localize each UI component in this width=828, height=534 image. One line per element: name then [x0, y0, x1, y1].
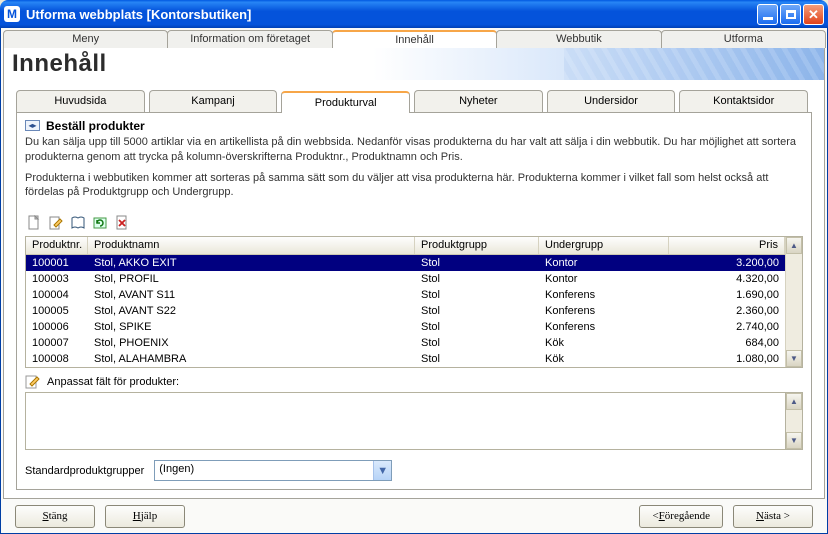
default-group-value: (Ingen)	[155, 461, 373, 480]
main-tab-webbutik[interactable]: Webbutik	[496, 30, 661, 48]
window-title: Utforma webbplats [Kontorsbutiken]	[26, 7, 757, 22]
section-paragraph-2: Produkterna i webbutiken kommer att sort…	[25, 171, 803, 201]
title-bar: M Utforma webbplats [Kontorsbutiken] ✕	[0, 0, 828, 28]
scroll-up-icon[interactable]: ▲	[786, 237, 802, 254]
scroll-up-icon[interactable]: ▲	[786, 393, 802, 410]
new-doc-icon[interactable]	[25, 214, 43, 232]
refresh-icon[interactable]	[91, 214, 109, 232]
col-produktnamn[interactable]: Produktnamn	[88, 237, 415, 254]
close-page-button[interactable]: Stäng	[15, 505, 95, 528]
scroll-down-icon[interactable]: ▼	[786, 350, 802, 367]
sub-tab-kampanj[interactable]: Kampanj	[149, 90, 278, 112]
main-tabs: MenyInformation om företagetInnehållWebb…	[3, 30, 825, 48]
banner: Innehåll	[3, 48, 825, 80]
main-tab-utforma[interactable]: Utforma	[661, 30, 826, 48]
main-tab-innehåll[interactable]: Innehåll	[332, 30, 497, 48]
table-header: Produktnr. Produktnamn Produktgrupp Unde…	[26, 237, 785, 255]
sub-tab-nyheter[interactable]: Nyheter	[414, 90, 543, 112]
section-paragraph-1: Du kan sälja upp till 5000 artiklar via …	[25, 135, 803, 165]
footer: Stäng Hjälp < Föregående Nästa >	[1, 499, 827, 533]
page-heading: Innehåll	[12, 50, 107, 78]
edit-doc-icon[interactable]	[47, 214, 65, 232]
close-button[interactable]: ✕	[803, 4, 824, 25]
default-group-label: Standardproduktgrupper	[25, 465, 144, 477]
table-scrollbar[interactable]: ▲ ▼	[785, 237, 802, 367]
table-row[interactable]: 100007Stol, PHOENIXStolKök684,00	[26, 335, 785, 351]
sub-tabs: HuvudsidaKampanjProdukturvalNyheterUnder…	[16, 90, 812, 112]
default-group-select[interactable]: (Ingen) ▼	[154, 460, 392, 481]
table-row[interactable]: 100004Stol, AVANT S11StolKonferens1.690,…	[26, 287, 785, 303]
maximize-button[interactable]	[780, 4, 801, 25]
next-button[interactable]: Nästa >	[733, 505, 813, 528]
sub-tab-produkturval[interactable]: Produkturval	[281, 91, 410, 113]
col-produktgrupp[interactable]: Produktgrupp	[415, 237, 539, 254]
table-row[interactable]: 100001Stol, AKKO EXITStolKontor3.200,00	[26, 255, 785, 271]
sub-tab-undersidor[interactable]: Undersidor	[547, 90, 676, 112]
previous-button[interactable]: < Föregående	[639, 505, 723, 528]
book-icon[interactable]	[69, 214, 87, 232]
product-table: Produktnr. Produktnamn Produktgrupp Unde…	[25, 236, 803, 368]
scroll-down-icon[interactable]: ▼	[786, 432, 802, 449]
table-row[interactable]: 100008Stol, ALAHAMBRAStolKök1.080,00	[26, 351, 785, 367]
col-undergrupp[interactable]: Undergrupp	[539, 237, 669, 254]
edit-field-icon[interactable]	[25, 374, 41, 390]
minimize-button[interactable]	[757, 4, 778, 25]
collapse-icon[interactable]: ◂▸	[25, 120, 40, 131]
toolbar	[25, 212, 803, 236]
banner-decoration	[564, 48, 824, 80]
textarea-scrollbar[interactable]: ▲ ▼	[786, 392, 803, 450]
app-icon: M	[4, 6, 20, 22]
main-tab-information-om-företaget[interactable]: Information om företaget	[167, 30, 332, 48]
custom-field-label: Anpassat fält för produkter:	[47, 376, 179, 388]
sub-tab-kontaktsidor[interactable]: Kontaktsidor	[679, 90, 808, 112]
chevron-down-icon[interactable]: ▼	[373, 461, 391, 480]
sub-tab-huvudsida[interactable]: Huvudsida	[16, 90, 145, 112]
table-row[interactable]: 100005Stol, AVANT S22StolKonferens2.360,…	[26, 303, 785, 319]
custom-field-textarea[interactable]	[25, 392, 786, 450]
table-row[interactable]: 100006Stol, SPIKEStolKonferens2.740,00	[26, 319, 785, 335]
main-tab-meny[interactable]: Meny	[3, 30, 168, 48]
delete-icon[interactable]	[113, 214, 131, 232]
col-produktnr[interactable]: Produktnr.	[26, 237, 88, 254]
col-pris[interactable]: Pris	[669, 237, 785, 254]
table-row[interactable]: 100003Stol, PROFILStolKontor4.320,00	[26, 271, 785, 287]
help-button[interactable]: Hjälp	[105, 505, 185, 528]
section-title: Beställ produkter	[46, 119, 145, 133]
